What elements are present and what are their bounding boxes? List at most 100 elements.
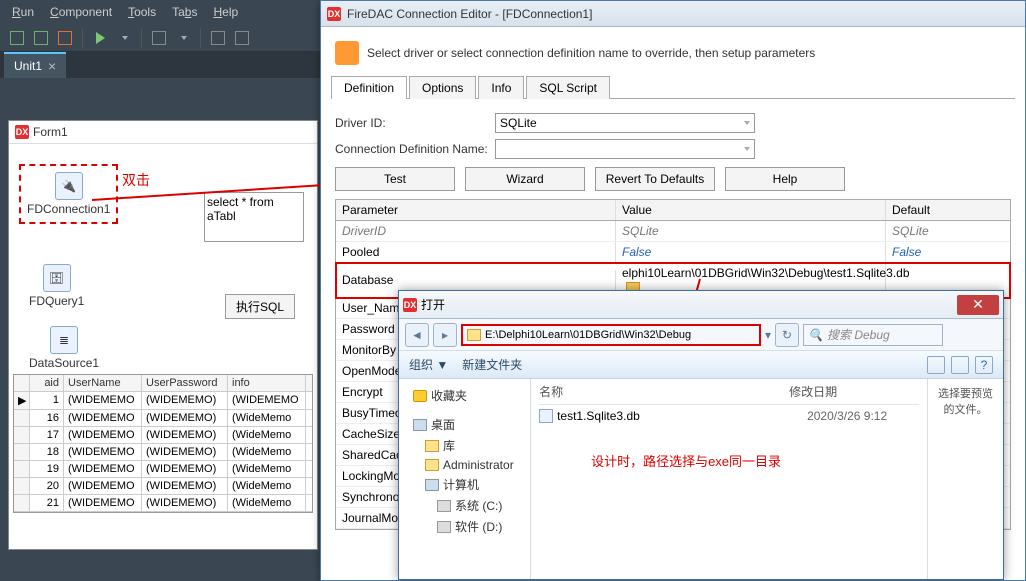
wizard-hint-text: Select driver or select connection defin… [367,46,815,60]
sidebar-desktop[interactable]: 桌面 [403,414,526,435]
toolbar-btn-4[interactable] [148,27,170,49]
address-bar[interactable]: E:\Delphi10Learn\01DBGrid\Win32\Debug [461,324,761,346]
table-row[interactable]: 20 (WIDEMEMO (WIDEMEMO) (WideMemo [14,478,312,495]
param-row[interactable]: Pooled False False [336,242,1010,263]
fdconnection-icon: 🔌 [55,172,83,200]
db-grid[interactable]: aid UserName UserPassword info ▶ 1 (WIDE… [13,374,313,513]
organize-menu[interactable]: 组织 ▼ [409,356,448,373]
sidebar-drive-c[interactable]: 系统 (C:) [403,495,526,516]
open-dialog-nav: ◄ ▸ E:\Delphi10Learn\01DBGrid\Win32\Debu… [399,319,1003,351]
app-icon: DX [403,298,417,312]
revert-button[interactable]: Revert To Defaults [595,167,715,191]
table-row[interactable]: ▶ 1 (WIDEMEMO (WIDEMEMO) (WIDEMEMO [14,392,312,410]
col-info[interactable]: info [228,375,306,391]
annotation-path-note: 设计时，路径选择与exe同一目录 [591,451,781,470]
tab-definition[interactable]: Definition [331,76,407,99]
search-input[interactable]: 🔍 搜索 Debug [803,324,943,346]
table-row[interactable]: 21 (WIDEMEMO (WIDEMEMO) (WideMemo [14,495,312,512]
close-button[interactable]: ✕ [957,295,999,315]
run-button[interactable] [89,27,111,49]
file-list[interactable]: 名称 修改日期 test1.Sqlite3.db 2020/3/26 9:12 … [531,379,927,579]
computer-icon [425,479,439,491]
firedac-titlebar[interactable]: DX FireDAC Connection Editor - [FDConnec… [321,1,1025,27]
toolbar-btn-5[interactable] [172,27,194,49]
col-name[interactable]: 名称 [539,383,789,400]
execute-sql-button[interactable]: 执行SQL [225,294,295,319]
menu-tools[interactable]: Tools [128,5,156,19]
view-button[interactable] [927,356,945,374]
form-title-text: Form1 [33,125,68,139]
open-dialog-sidebar: 收藏夹 桌面 库 Administrator 计算机 系统 (C:) 软件 (D… [399,379,531,579]
folder-icon [467,329,481,341]
tab-options[interactable]: Options [409,76,476,99]
app-icon: DX [15,125,29,139]
col-aid[interactable]: aid [30,375,64,391]
wizard-button[interactable]: Wizard [465,167,585,191]
sidebar-computer[interactable]: 计算机 [403,474,526,495]
file-date: 2020/3/26 9:12 [807,409,887,423]
file-list-header: 名称 修改日期 [539,383,919,405]
app-icon: DX [327,7,341,21]
menu-tabs[interactable]: Tabs [172,5,197,19]
sidebar-favorites[interactable]: 收藏夹 [403,385,526,406]
conn-def-combo[interactable] [495,139,755,159]
tab-unit1[interactable]: Unit1 × [4,52,66,78]
toolbar-btn-3[interactable] [54,27,76,49]
sql-editor[interactable]: select * from aTabl [204,192,304,242]
test-button[interactable]: Test [335,167,455,191]
sidebar-admin[interactable]: Administrator [403,456,526,474]
help-icon[interactable]: ? [975,356,993,374]
new-folder-button[interactable]: 新建文件夹 [462,356,522,373]
search-placeholder: 搜索 Debug [827,326,890,343]
table-row[interactable]: 16 (WIDEMEMO (WIDEMEMO) (WideMemo [14,410,312,427]
help-button[interactable]: Help [725,167,845,191]
component-fdconnection[interactable]: 🔌 FDConnection1 [23,168,114,220]
driver-id-value: SQLite [500,116,537,130]
driver-id-combo[interactable]: SQLite [495,113,755,133]
toolbar-btn-2[interactable] [30,27,52,49]
param-row[interactable]: DriverID SQLite SQLite [336,221,1010,242]
forward-button[interactable]: ▸ [433,323,457,347]
component-datasource[interactable]: ≣ DataSource1 [29,326,99,370]
menu-run[interactable]: RRunun [12,5,34,19]
table-row[interactable]: 18 (WIDEMEMO (WIDEMEMO) (WideMemo [14,444,312,461]
table-row[interactable]: 19 (WIDEMEMO (WIDEMEMO) (WideMemo [14,461,312,478]
open-dialog-toolbar: 组织 ▼ 新建文件夹 ? [399,351,1003,379]
param-col-value: Value [616,200,886,220]
tab-info[interactable]: Info [478,76,524,99]
fdconnection-label: FDConnection1 [27,202,110,216]
col-date[interactable]: 修改日期 [789,383,919,400]
file-item[interactable]: test1.Sqlite3.db 2020/3/26 9:12 [539,405,919,427]
search-icon: 🔍 [808,328,823,342]
preview-button[interactable] [951,356,969,374]
user-icon [425,459,439,471]
menu-help[interactable]: Help [213,5,238,19]
fdquery-label: FDQuery1 [29,294,84,308]
close-icon[interactable]: × [48,58,56,74]
component-fdquery[interactable]: 🗄 FDQuery1 [29,264,84,308]
toolbar-btn-1[interactable] [6,27,28,49]
wizard-hint: Select driver or select connection defin… [331,35,1015,75]
col-username[interactable]: UserName [64,375,142,391]
preview-pane: 选择要预览的文件。 [927,379,1003,579]
toolbar-btn-7[interactable] [231,27,253,49]
grid-header: aid UserName UserPassword info [14,375,312,392]
run-dropdown[interactable] [113,27,135,49]
drive-icon [437,521,451,533]
form-designer: DX Form1 🔌 FDConnection1 select * from a… [8,120,318,550]
open-dialog: DX 打开 ✕ ◄ ▸ E:\Delphi10Learn\01DBGrid\Wi… [398,290,1004,580]
address-path: E:\Delphi10Learn\01DBGrid\Win32\Debug [485,329,691,341]
col-userpassword[interactable]: UserPassword [142,375,228,391]
open-dialog-titlebar[interactable]: DX 打开 ✕ [399,291,1003,319]
refresh-button[interactable]: ↻ [775,323,799,347]
sidebar-libraries[interactable]: 库 [403,435,526,456]
menu-component[interactable]: Component [50,5,112,19]
back-button[interactable]: ◄ [405,323,429,347]
wizard-icon [335,41,359,65]
tab-sqlscript[interactable]: SQL Script [526,76,610,99]
fdquery-icon: 🗄 [43,264,71,292]
library-icon [425,440,439,452]
table-row[interactable]: 17 (WIDEMEMO (WIDEMEMO) (WideMemo [14,427,312,444]
toolbar-btn-6[interactable] [207,27,229,49]
sidebar-drive-d[interactable]: 软件 (D:) [403,516,526,537]
